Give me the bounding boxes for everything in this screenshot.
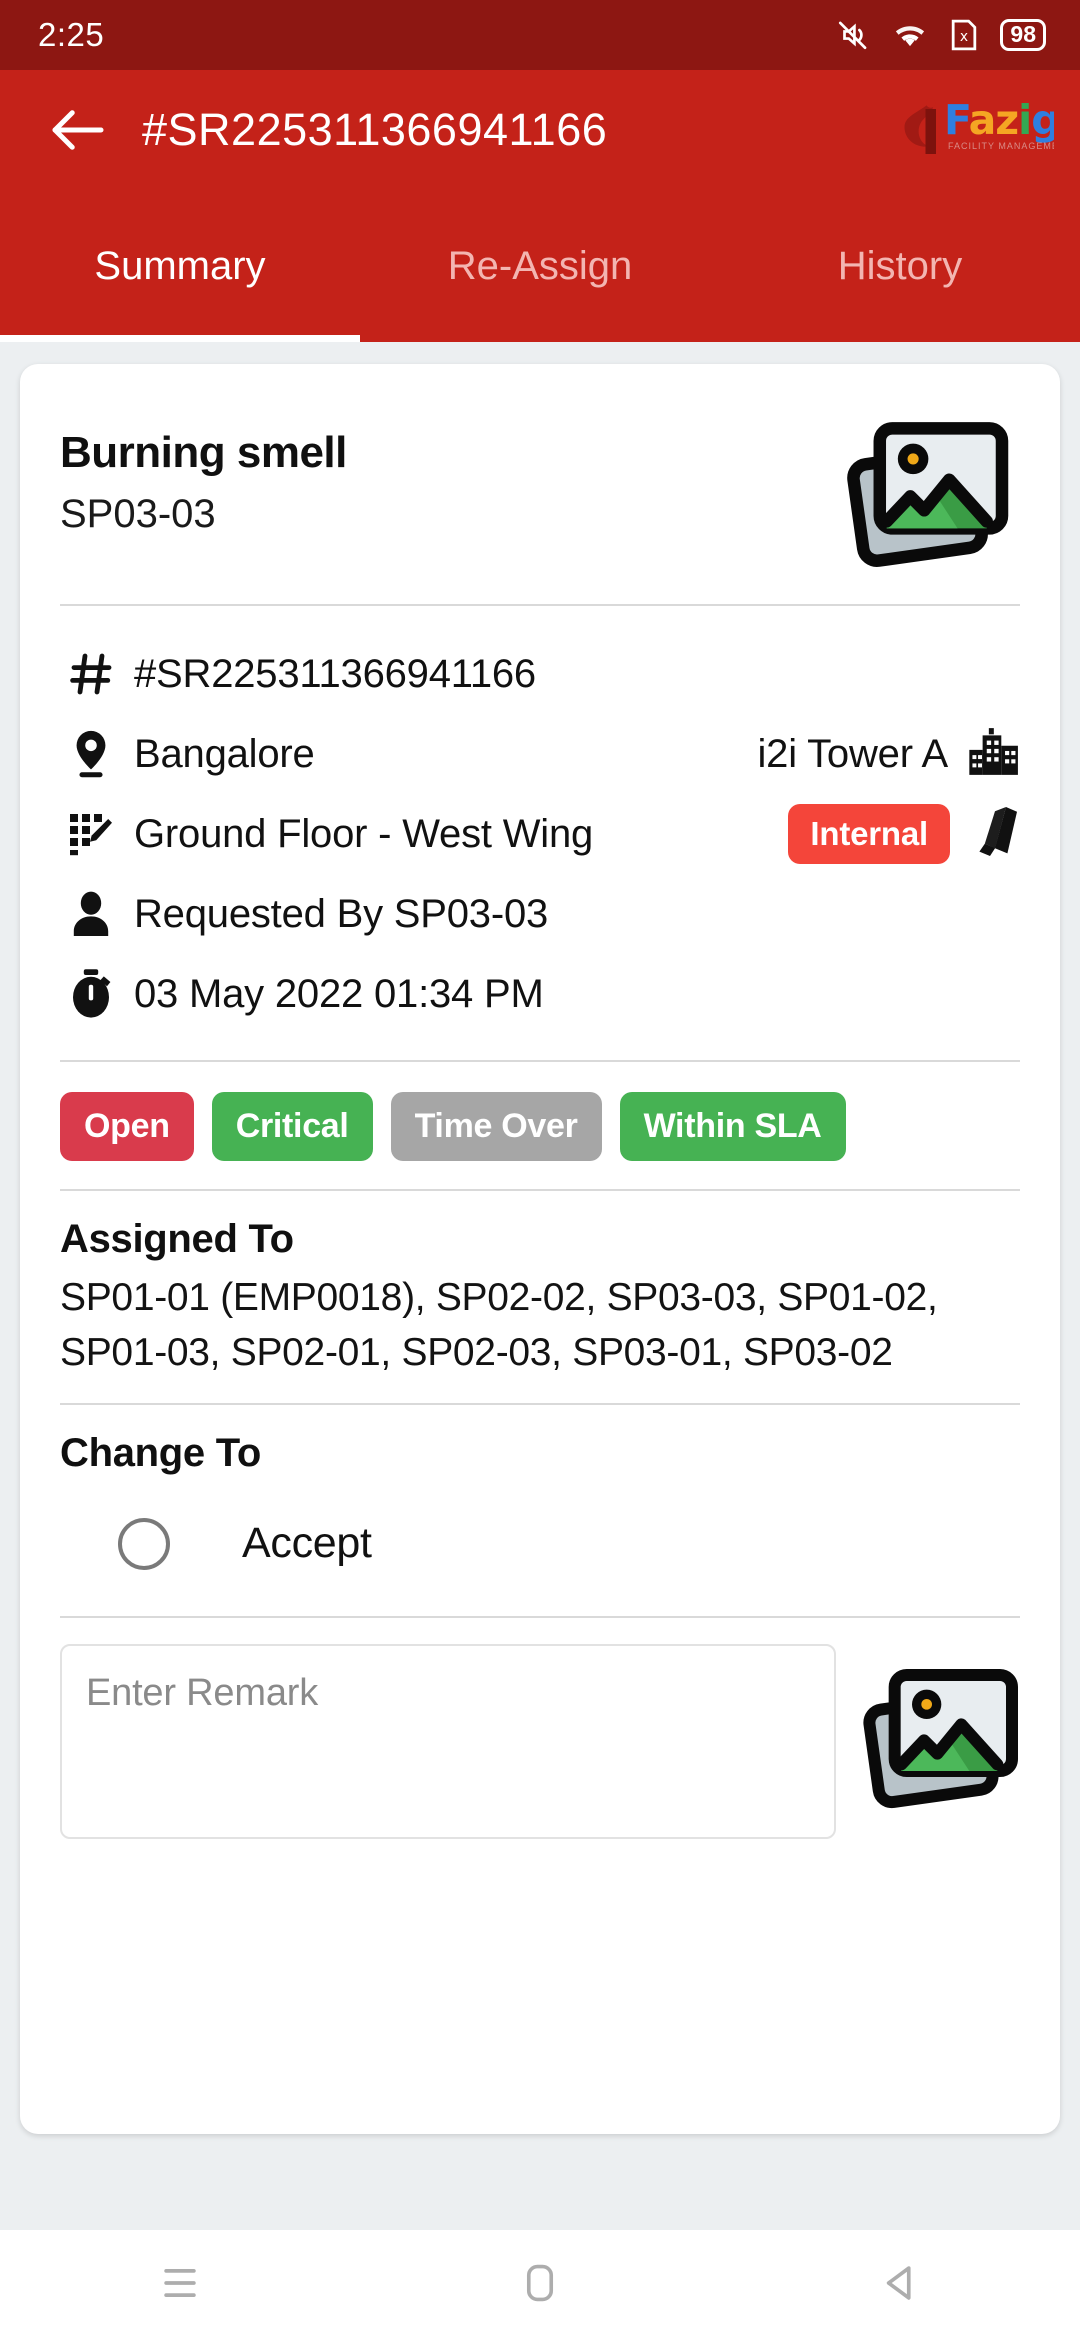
brand-tagline: FACILITY MANAGEMENT SOFTWARE bbox=[948, 141, 1054, 151]
home-square-icon bbox=[521, 2262, 559, 2309]
hash-icon bbox=[60, 650, 122, 698]
tab-history[interactable]: History bbox=[720, 190, 1080, 342]
detail-datetime: 03 May 2022 01:34 PM bbox=[134, 971, 544, 1016]
change-to-option-row[interactable]: Accept bbox=[60, 1476, 1020, 1616]
internal-badge: Internal bbox=[788, 804, 950, 864]
issue-title: Burning smell bbox=[60, 428, 347, 477]
app-bar: #SR225311366941166 Fazigo FACILITY MANAG… bbox=[0, 70, 1080, 342]
recents-button[interactable] bbox=[100, 2230, 260, 2340]
floor-plan-edit-icon bbox=[60, 810, 122, 858]
detail-row-datetime: 03 May 2022 01:34 PM bbox=[60, 954, 1020, 1034]
status-chip-time-over[interactable]: Time Over bbox=[390, 1092, 602, 1161]
assigned-to-value: SP01-01 (EMP0018), SP02-02, SP03-03, SP0… bbox=[60, 1276, 938, 1375]
triangle-back-icon bbox=[879, 2262, 921, 2309]
status-time: 2:25 bbox=[38, 16, 105, 53]
remark-image-gallery-icon[interactable] bbox=[860, 1664, 1020, 1814]
assigned-to-section: Assigned To SP01-01 (EMP0018), SP02-02, … bbox=[60, 1191, 1020, 1403]
detail-row-ticket: #SR225311366941166 bbox=[60, 634, 1020, 714]
app-bar-top: #SR225311366941166 Fazigo FACILITY MANAG… bbox=[0, 70, 1080, 190]
tab-re-assign[interactable]: Re-Assign bbox=[360, 190, 720, 342]
mute-icon bbox=[836, 18, 870, 52]
detail-ticket-number: #SR225311366941166 bbox=[134, 651, 536, 696]
detail-city: Bangalore bbox=[134, 731, 315, 776]
page-content: Burning smell SP03-03 #SR225311366941166… bbox=[0, 342, 1080, 2340]
wifi-icon bbox=[892, 20, 928, 50]
stopwatch-icon bbox=[60, 968, 122, 1020]
assigned-to-title: Assigned To bbox=[60, 1217, 294, 1261]
detail-tower-name: i2i Tower A bbox=[757, 731, 949, 776]
person-icon bbox=[60, 890, 122, 938]
detail-row-requester: Requested By SP03-03 bbox=[60, 874, 1020, 954]
remark-row: Enter Remark bbox=[60, 1618, 1020, 1839]
detail-row-location: Bangalore i2i Tower A bbox=[60, 714, 1020, 794]
card-header-text: Burning smell SP03-03 bbox=[60, 420, 842, 537]
sim-card-icon: x bbox=[950, 18, 978, 52]
svg-text:x: x bbox=[960, 29, 968, 45]
detail-requested-by: Requested By SP03-03 bbox=[134, 891, 549, 936]
status-chip-open[interactable]: Open bbox=[60, 1092, 194, 1161]
detail-floor: Ground Floor - West Wing bbox=[134, 811, 594, 856]
detail-right-type: Internal bbox=[788, 804, 1020, 865]
back-button[interactable] bbox=[40, 92, 116, 168]
status-chip-within-sla[interactable]: Within SLA bbox=[619, 1092, 846, 1161]
accept-radio[interactable] bbox=[118, 1517, 170, 1570]
card-header: Burning smell SP03-03 bbox=[60, 364, 1020, 604]
menu-icon bbox=[159, 2264, 201, 2307]
status-chip-row: Open Critical Time Over Within SLA bbox=[60, 1062, 1020, 1189]
change-to-title: Change To bbox=[60, 1430, 261, 1475]
accept-radio-label: Accept bbox=[242, 1519, 372, 1568]
tag-icon bbox=[968, 804, 1020, 865]
page-title: #SR225311366941166 bbox=[142, 104, 608, 155]
tab-summary[interactable]: Summary bbox=[0, 190, 360, 342]
home-button[interactable] bbox=[460, 2230, 620, 2340]
detail-row-floor: Ground Floor - West Wing Internal bbox=[60, 794, 1020, 874]
status-bar: 2:25 x 98 bbox=[0, 0, 1080, 70]
remark-placeholder: Enter Remark bbox=[86, 1671, 319, 1714]
change-to-section: Change To Accept bbox=[60, 1405, 1020, 1616]
issue-subtitle: SP03-03 bbox=[60, 492, 216, 536]
status-icons: x 98 bbox=[836, 18, 1046, 52]
location-pin-icon bbox=[60, 729, 122, 779]
back-nav-button[interactable] bbox=[820, 2230, 980, 2340]
brand-logo: Fazigo FACILITY MANAGEMENT SOFTWARE bbox=[904, 95, 1054, 165]
status-chip-critical[interactable]: Critical bbox=[211, 1092, 373, 1161]
image-gallery-icon[interactable] bbox=[842, 420, 1012, 570]
detail-list: #SR225311366941166 Bangalore i2i Tower A bbox=[60, 606, 1020, 1060]
brand-wordmark: Fazigo bbox=[944, 96, 1054, 144]
detail-right-tower: i2i Tower A bbox=[758, 727, 1021, 782]
battery-icon: 98 bbox=[1000, 19, 1046, 51]
android-nav-bar bbox=[0, 2230, 1080, 2340]
tab-bar: Summary Re-Assign History bbox=[0, 190, 1080, 342]
remark-input[interactable]: Enter Remark bbox=[60, 1643, 836, 1839]
building-icon bbox=[966, 727, 1020, 782]
service-request-card: Burning smell SP03-03 #SR225311366941166… bbox=[20, 364, 1060, 2134]
